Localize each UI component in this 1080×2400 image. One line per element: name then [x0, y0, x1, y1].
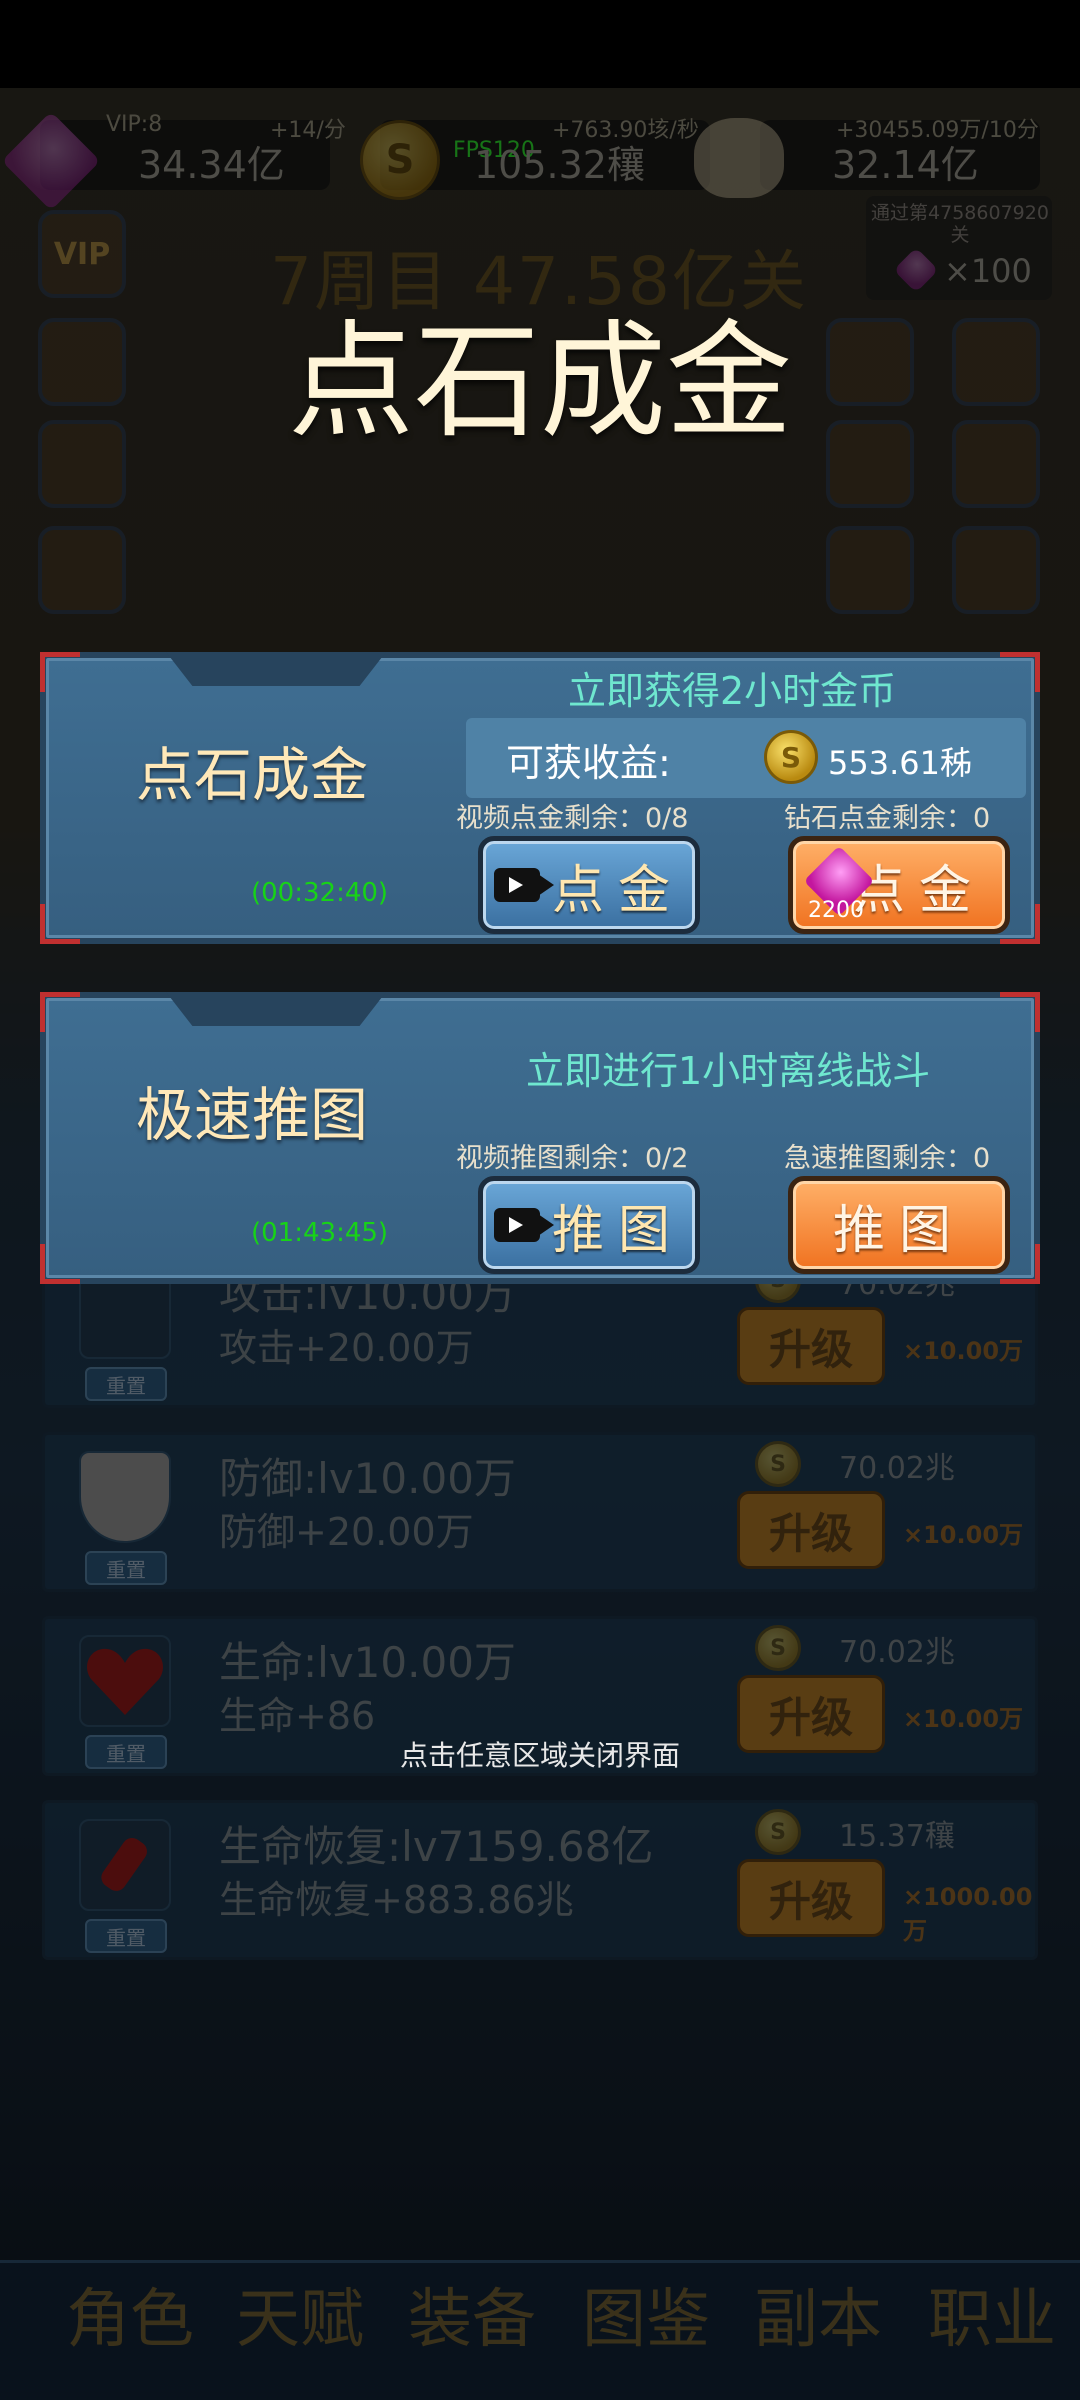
- video-push-button[interactable]: 推图: [478, 1176, 700, 1274]
- panel-corner: [40, 652, 80, 692]
- video-camera-icon: [493, 1208, 554, 1242]
- video-push-button-label: 推图: [551, 1200, 684, 1261]
- panel-corner: [1000, 652, 1040, 692]
- income-label: 可获收益:: [506, 741, 671, 785]
- panel-corner: [40, 904, 80, 944]
- income-value: 553.61秭: [828, 744, 972, 782]
- diamond-cost: 2200: [808, 898, 864, 923]
- video-gold-button-label: 点金: [551, 860, 684, 921]
- panel-corner: [1000, 992, 1040, 1032]
- video-gold-button[interactable]: 点金: [478, 836, 700, 934]
- fast-push-remaining: 急速推图剩余：0: [784, 1143, 991, 1174]
- coin-icon: S: [764, 730, 818, 784]
- video-gold-remaining: 视频点金剩余：0/8: [456, 803, 689, 834]
- overlay-title: 点石成金: [288, 308, 792, 455]
- panel-tab: [166, 652, 386, 686]
- gold-timer: (00:32:40): [251, 878, 389, 908]
- video-camera-icon: [493, 868, 554, 902]
- fast-push-button[interactable]: 推图: [788, 1176, 1010, 1274]
- panel-title: 点石成金: [136, 741, 369, 809]
- panel-subtitle: 立即获得2小时金币: [568, 669, 897, 713]
- push-panel: 极速推图 立即进行1小时离线战斗 视频推图剩余：0/2 急速推图剩余：0 (01…: [40, 992, 1040, 1284]
- fast-push-button-label: 推图: [832, 1200, 965, 1261]
- panel-corner: [40, 992, 80, 1032]
- close-hint: 点击任意区域关闭界面: [399, 1739, 680, 1772]
- panel-corner: [40, 1244, 80, 1284]
- status-bar: [0, 0, 1080, 88]
- gold-panel: 点石成金 立即获得2小时金币 可获收益: S 553.61秭 视频点金剩余：0/…: [40, 652, 1040, 944]
- panel-tab: [166, 992, 386, 1026]
- panel-title: 极速推图: [136, 1081, 369, 1149]
- push-timer: (01:43:45): [251, 1218, 389, 1248]
- diamond-gold-remaining: 钻石点金剩余：0: [784, 803, 991, 834]
- diamond-gold-button-label: 点金: [852, 860, 985, 921]
- video-push-remaining: 视频推图剩余：0/2: [456, 1143, 689, 1174]
- panel-subtitle: 立即进行1小时离线战斗: [526, 1049, 931, 1093]
